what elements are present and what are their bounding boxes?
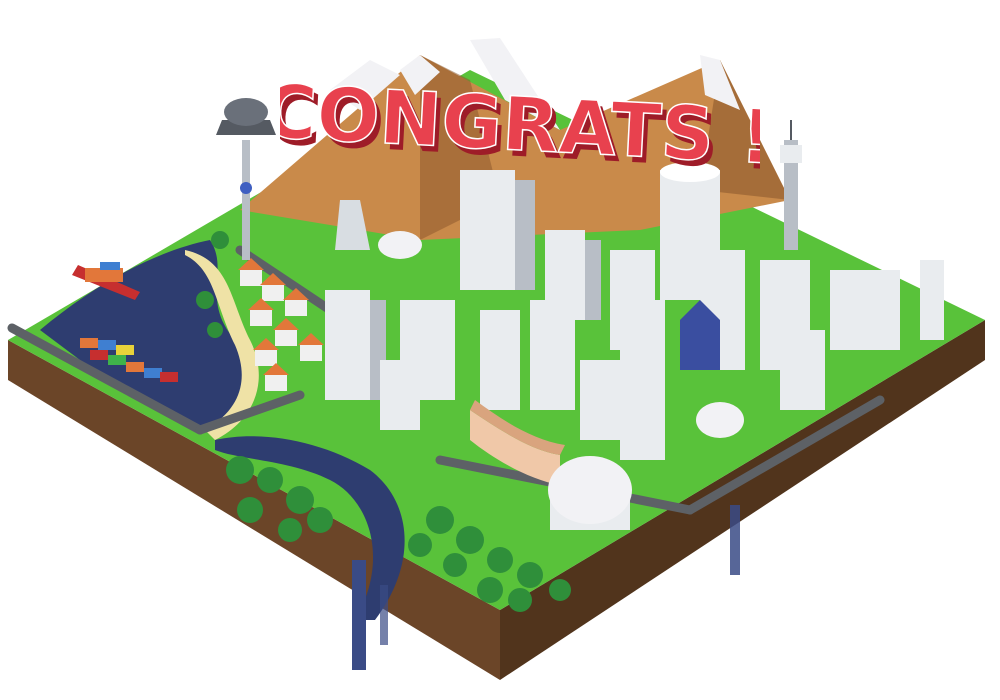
congrats-banner: CONGRATS ! CONGRATS ! xyxy=(280,72,760,182)
game-stage: CONGRATS ! CONGRATS ! xyxy=(0,0,1000,700)
